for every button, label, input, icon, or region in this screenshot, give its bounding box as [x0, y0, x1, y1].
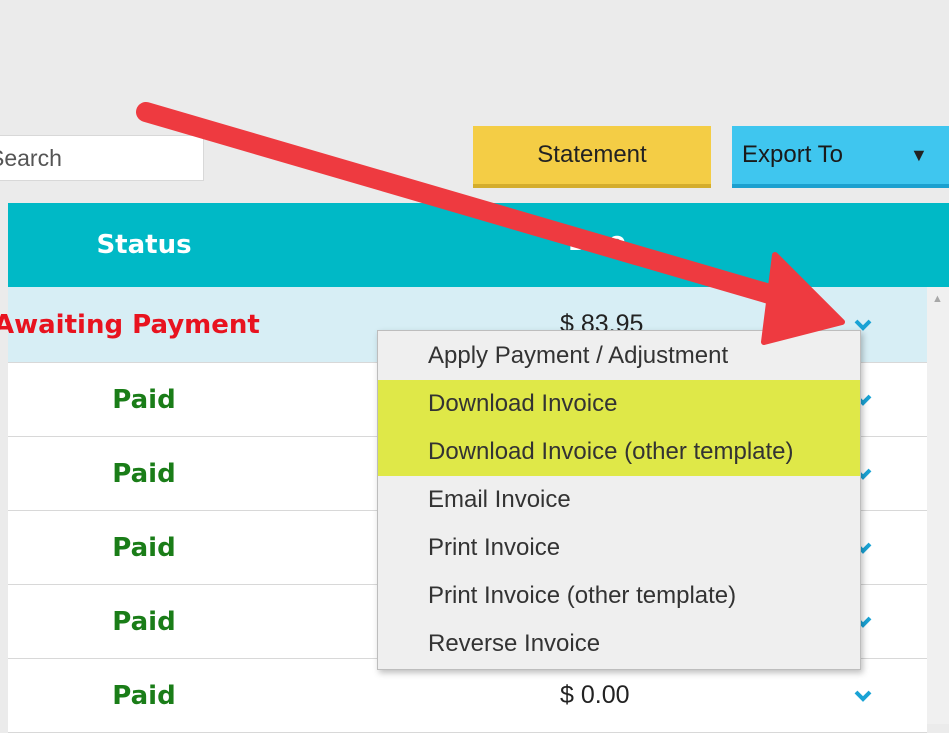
- statement-button[interactable]: Statement: [473, 126, 711, 188]
- column-header-due[interactable]: Due: [568, 227, 626, 257]
- menu-item-download-invoice-other-template[interactable]: Download Invoice (other template): [378, 428, 860, 476]
- export-to-dropdown[interactable]: Export To ▼: [732, 126, 949, 188]
- row-actions-menu: Apply Payment / Adjustment Download Invo…: [377, 330, 861, 670]
- table-header: Status Due: [8, 203, 949, 287]
- scroll-up-arrow-icon[interactable]: ▲: [932, 293, 943, 305]
- column-header-status[interactable]: Status: [8, 203, 280, 287]
- menu-item-download-invoice[interactable]: Download Invoice: [378, 380, 860, 428]
- export-to-label: Export To: [742, 141, 843, 168]
- status-text: Paid: [112, 606, 176, 637]
- search-field[interactable]: [0, 135, 204, 181]
- status-text: Paid: [112, 458, 176, 489]
- menu-item-apply-payment[interactable]: Apply Payment / Adjustment: [378, 332, 860, 380]
- status-text: Paid: [112, 384, 176, 415]
- statement-button-label: Statement: [537, 141, 647, 168]
- menu-item-email-invoice[interactable]: Email Invoice: [378, 476, 860, 524]
- caret-down-icon: ▼: [910, 145, 928, 165]
- menu-item-print-invoice[interactable]: Print Invoice: [378, 524, 860, 572]
- search-input[interactable]: [0, 144, 192, 172]
- vertical-scrollbar[interactable]: ▲: [927, 287, 949, 724]
- menu-item-reverse-invoice[interactable]: Reverse Invoice: [378, 620, 860, 668]
- status-text: Awaiting Payment: [0, 309, 260, 340]
- status-text: Paid: [112, 532, 176, 563]
- table-row[interactable]: Paid $ 0.00: [8, 659, 927, 733]
- status-text: Paid: [112, 680, 176, 711]
- menu-item-print-invoice-other-template[interactable]: Print Invoice (other template): [378, 572, 860, 620]
